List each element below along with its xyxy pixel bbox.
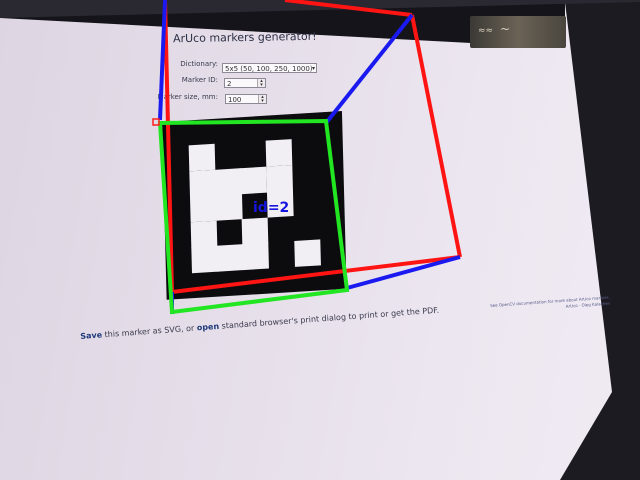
cube-edge [410, 14, 462, 258]
pose-overlay [152, 0, 462, 315]
axis-line [158, 0, 167, 121]
cube-edge [171, 255, 461, 294]
marker-id-overlay-label: id=2 [253, 200, 290, 216]
cube-edge [284, 0, 413, 17]
axis-line [346, 255, 461, 290]
axis-line [324, 13, 414, 125]
